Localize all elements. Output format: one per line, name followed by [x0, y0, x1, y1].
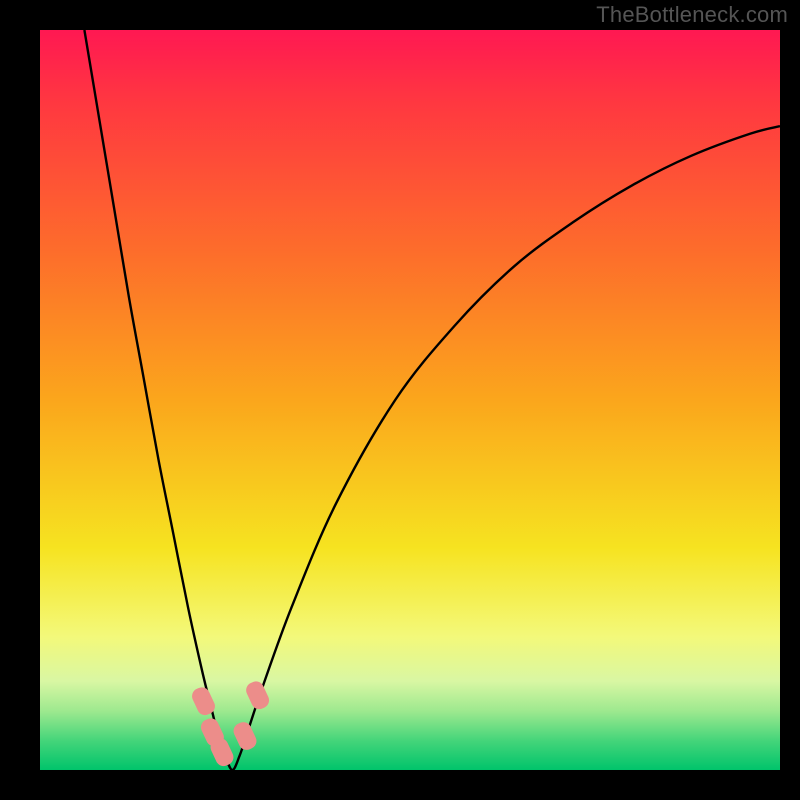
outer-frame: TheBottleneck.com: [0, 0, 800, 800]
gradient-background: [40, 30, 780, 770]
plot-area: [40, 30, 780, 770]
watermark-text: TheBottleneck.com: [596, 2, 788, 28]
bottleneck-curve-chart: [40, 30, 780, 770]
